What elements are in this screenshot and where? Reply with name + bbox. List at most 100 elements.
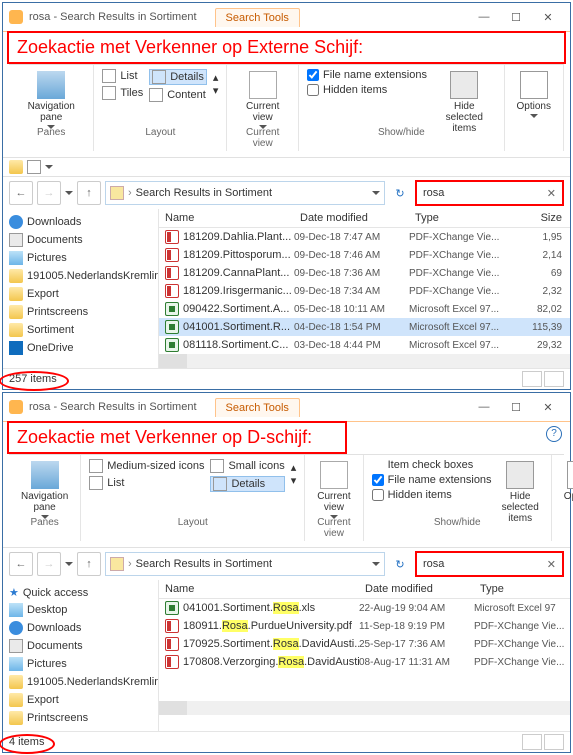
hide-selected-button[interactable]: Hide selected items <box>433 69 496 136</box>
up-button[interactable]: ↑ <box>77 181 101 205</box>
options-button[interactable]: Options <box>513 69 555 120</box>
breadcrumb[interactable]: › Search Results in Sortiment <box>105 181 385 205</box>
search-tools-tab[interactable]: Search Tools <box>215 398 300 417</box>
tree-item[interactable]: Documents <box>9 231 152 249</box>
history-dropdown[interactable] <box>65 562 73 566</box>
filename-ext-check[interactable]: File name extensions <box>372 474 492 486</box>
table-row[interactable]: 181209.Irisgermanic...09-Dec-18 7:34 AMP… <box>159 282 570 300</box>
maximize-button[interactable]: ☐ <box>500 7 532 27</box>
column-headers[interactable]: Name Date modified Type Size <box>159 209 570 228</box>
file-type: Microsoft Excel 97... <box>409 304 519 315</box>
refresh-button[interactable]: ↻ <box>389 558 411 571</box>
tree-item[interactable]: Pictures <box>9 655 152 673</box>
search-tools-tab[interactable]: Search Tools <box>215 8 300 27</box>
tree-item[interactable]: Pictures <box>9 249 152 267</box>
layout-details[interactable]: Details <box>210 476 284 492</box>
scroll-down-icon[interactable]: ▾ <box>213 84 219 97</box>
up-button[interactable]: ↑ <box>77 552 101 576</box>
clear-search-icon[interactable]: ✕ <box>547 187 556 200</box>
view-large-icon[interactable] <box>544 371 564 387</box>
clear-search-icon[interactable]: ✕ <box>547 558 556 571</box>
search-box[interactable]: rosa ✕ <box>415 180 564 206</box>
hidden-items-check[interactable]: Hidden items <box>372 489 492 501</box>
history-dropdown[interactable] <box>65 191 73 195</box>
layout-medium[interactable]: Medium-sized icons <box>89 459 204 473</box>
file-size: 1,95 <box>519 232 570 243</box>
tree-item[interactable]: Desktop <box>9 601 152 619</box>
tree-item[interactable]: Export <box>9 285 152 303</box>
scroll-down-icon[interactable]: ▾ <box>291 474 297 487</box>
col-date[interactable]: Date modified <box>294 212 409 224</box>
col-type[interactable]: Type <box>474 583 570 595</box>
layout-content[interactable]: Content <box>149 88 207 102</box>
scroll-up-icon[interactable]: ▴ <box>291 461 297 474</box>
tree-item[interactable]: Printscreens <box>9 709 152 727</box>
minimize-button[interactable]: — <box>468 397 500 417</box>
minimize-button[interactable]: — <box>468 7 500 27</box>
scrollbar[interactable] <box>159 701 570 715</box>
tree-item[interactable]: Documents <box>9 637 152 655</box>
tree-item[interactable]: 191005.NederlandsKremlin <box>9 267 152 285</box>
tree-item[interactable]: ★Quick access <box>9 584 152 601</box>
back-button[interactable]: ← <box>9 181 33 205</box>
options-button[interactable]: Options <box>560 459 573 510</box>
layout-small[interactable]: Small icons <box>210 459 284 473</box>
search-box[interactable]: rosa ✕ <box>415 551 564 577</box>
help-icon[interactable]: ? <box>546 426 562 442</box>
table-row[interactable]: 181209.Dahlia.Plant...09-Dec-18 7:47 AMP… <box>159 228 570 246</box>
tree-item[interactable]: Downloads <box>9 213 152 231</box>
tree-item[interactable]: Printscreens <box>9 303 152 321</box>
current-view-button[interactable]: Current view <box>313 459 354 521</box>
col-name[interactable]: Name <box>159 212 294 224</box>
tree-item[interactable]: OneDrive <box>9 339 152 357</box>
tree-item[interactable]: Sortiment <box>9 321 152 339</box>
filename-ext-check[interactable]: File name extensions <box>307 69 427 81</box>
tree-item[interactable]: Export <box>9 691 152 709</box>
table-row[interactable]: 170808.Verzorging.Rosa.DavidAusti...08-A… <box>159 653 570 671</box>
hide-selected-button[interactable]: Hide selected items <box>498 459 543 526</box>
scroll-up-icon[interactable]: ▴ <box>213 71 219 84</box>
current-view-icon <box>249 71 277 99</box>
forward-button[interactable]: → <box>37 181 61 205</box>
layout-details[interactable]: Details <box>149 69 207 85</box>
table-row[interactable]: 081118.Sortiment.C...03-Dec-18 4:44 PMMi… <box>159 336 570 354</box>
refresh-button[interactable]: ↻ <box>389 187 411 200</box>
file-size: 2,14 <box>519 250 570 261</box>
path-dropdown-icon[interactable] <box>372 562 380 566</box>
forward-button[interactable]: → <box>37 552 61 576</box>
table-row[interactable]: 180911.Rosa.PurdueUniversity.pdf11-Sep-1… <box>159 617 570 635</box>
nav-tree: ★Quick accessDesktopDownloadsDocumentsPi… <box>3 580 158 731</box>
col-size[interactable]: Size <box>519 212 570 224</box>
layout-list[interactable]: List <box>89 476 204 490</box>
current-view-button[interactable]: Current view <box>235 69 290 131</box>
path-dropdown-icon[interactable] <box>372 191 380 195</box>
table-row[interactable]: 090422.Sortiment.A...05-Dec-18 10:11 AMM… <box>159 300 570 318</box>
layout-tiles[interactable]: Tiles <box>102 86 143 100</box>
table-row[interactable]: 181209.Pittosporum...09-Dec-18 7:46 AMPD… <box>159 246 570 264</box>
table-row[interactable]: 170925.Sortiment.Rosa.DavidAusti...25-Se… <box>159 635 570 653</box>
table-row[interactable]: 041001.Sortiment.R...04-Dec-18 1:54 PMMi… <box>159 318 570 336</box>
close-button[interactable]: ✕ <box>532 7 564 27</box>
back-button[interactable]: ← <box>9 552 33 576</box>
navigation-pane-button[interactable]: Navigation pane <box>17 459 72 521</box>
view-details-icon[interactable] <box>522 371 542 387</box>
layout-list[interactable]: List <box>102 69 143 83</box>
column-headers[interactable]: Name Date modified Type <box>159 580 570 599</box>
table-row[interactable]: 181209.CannaPlant...09-Dec-18 7:36 AMPDF… <box>159 264 570 282</box>
tree-item[interactable]: Downloads <box>9 619 152 637</box>
col-type[interactable]: Type <box>409 212 519 224</box>
tree-item[interactable]: 191005.NederlandsKremlin <box>9 673 152 691</box>
chevron-down-icon[interactable] <box>45 165 53 169</box>
item-checkboxes[interactable]: Item check boxes <box>372 459 492 471</box>
col-date[interactable]: Date modified <box>359 583 474 595</box>
table-row[interactable]: 041001.Sortiment.Rosa.xls22-Aug-19 9:04 … <box>159 599 570 617</box>
breadcrumb[interactable]: › Search Results in Sortiment <box>105 552 385 576</box>
scrollbar[interactable] <box>159 354 570 368</box>
navigation-pane-button[interactable]: Navigation pane <box>17 69 85 131</box>
maximize-button[interactable]: ☐ <box>500 397 532 417</box>
close-button[interactable]: ✕ <box>532 397 564 417</box>
col-name[interactable]: Name <box>159 583 359 595</box>
hidden-items-check[interactable]: Hidden items <box>307 84 427 96</box>
view-details-icon[interactable] <box>522 734 542 750</box>
view-large-icon[interactable] <box>544 734 564 750</box>
